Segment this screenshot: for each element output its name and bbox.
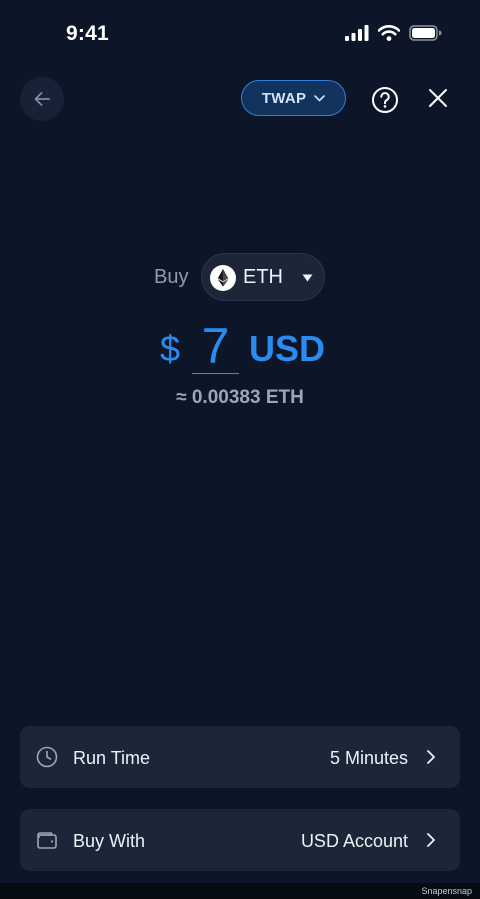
crypto-estimate: ≈ 0.00383 ETH bbox=[176, 387, 304, 408]
status-bar: 9:41 bbox=[0, 0, 480, 70]
help-icon[interactable] bbox=[371, 86, 399, 114]
buy-with-value: USD Account bbox=[300, 831, 408, 851]
amount-input[interactable] bbox=[192, 318, 239, 374]
asset-symbol: ETH bbox=[243, 266, 283, 288]
run-time-value: 5 Minutes bbox=[329, 748, 408, 768]
bottom-strip bbox=[0, 883, 480, 899]
order-type-label: TWAP bbox=[261, 89, 307, 107]
currency-code: USD bbox=[249, 328, 326, 369]
run-time-label: Run Time bbox=[73, 748, 151, 768]
buy-label: Buy bbox=[154, 266, 189, 288]
clock-icon bbox=[36, 746, 58, 768]
order-type-dropdown[interactable]: TWAP bbox=[241, 80, 346, 116]
asset-selector[interactable]: ETH bbox=[201, 253, 325, 301]
chevron-right-icon bbox=[427, 750, 435, 764]
caret-down-icon bbox=[302, 274, 313, 282]
wifi-icon bbox=[378, 25, 400, 41]
chevron-down-icon bbox=[314, 94, 326, 101]
close-icon[interactable] bbox=[427, 87, 449, 109]
wallet-icon bbox=[37, 832, 57, 849]
status-icons bbox=[345, 25, 442, 41]
run-time-option[interactable]: Run Time 5 Minutes bbox=[20, 726, 460, 788]
cellular-signal-icon bbox=[345, 25, 369, 41]
buy-with-option[interactable]: Buy With USD Account bbox=[20, 809, 460, 871]
amount-entry: $ USD bbox=[0, 318, 480, 378]
currency-symbol: $ bbox=[160, 328, 181, 369]
arrow-left-icon bbox=[34, 92, 50, 106]
watermark: Snapensnap bbox=[421, 886, 472, 896]
buy-asset-row: Buy ETH bbox=[0, 253, 480, 301]
ethereum-icon bbox=[210, 265, 236, 291]
status-time: 9:41 bbox=[66, 22, 109, 45]
back-button[interactable] bbox=[20, 77, 64, 121]
chevron-right-icon bbox=[427, 833, 435, 847]
buy-with-label: Buy With bbox=[73, 831, 146, 851]
battery-icon bbox=[409, 25, 442, 41]
